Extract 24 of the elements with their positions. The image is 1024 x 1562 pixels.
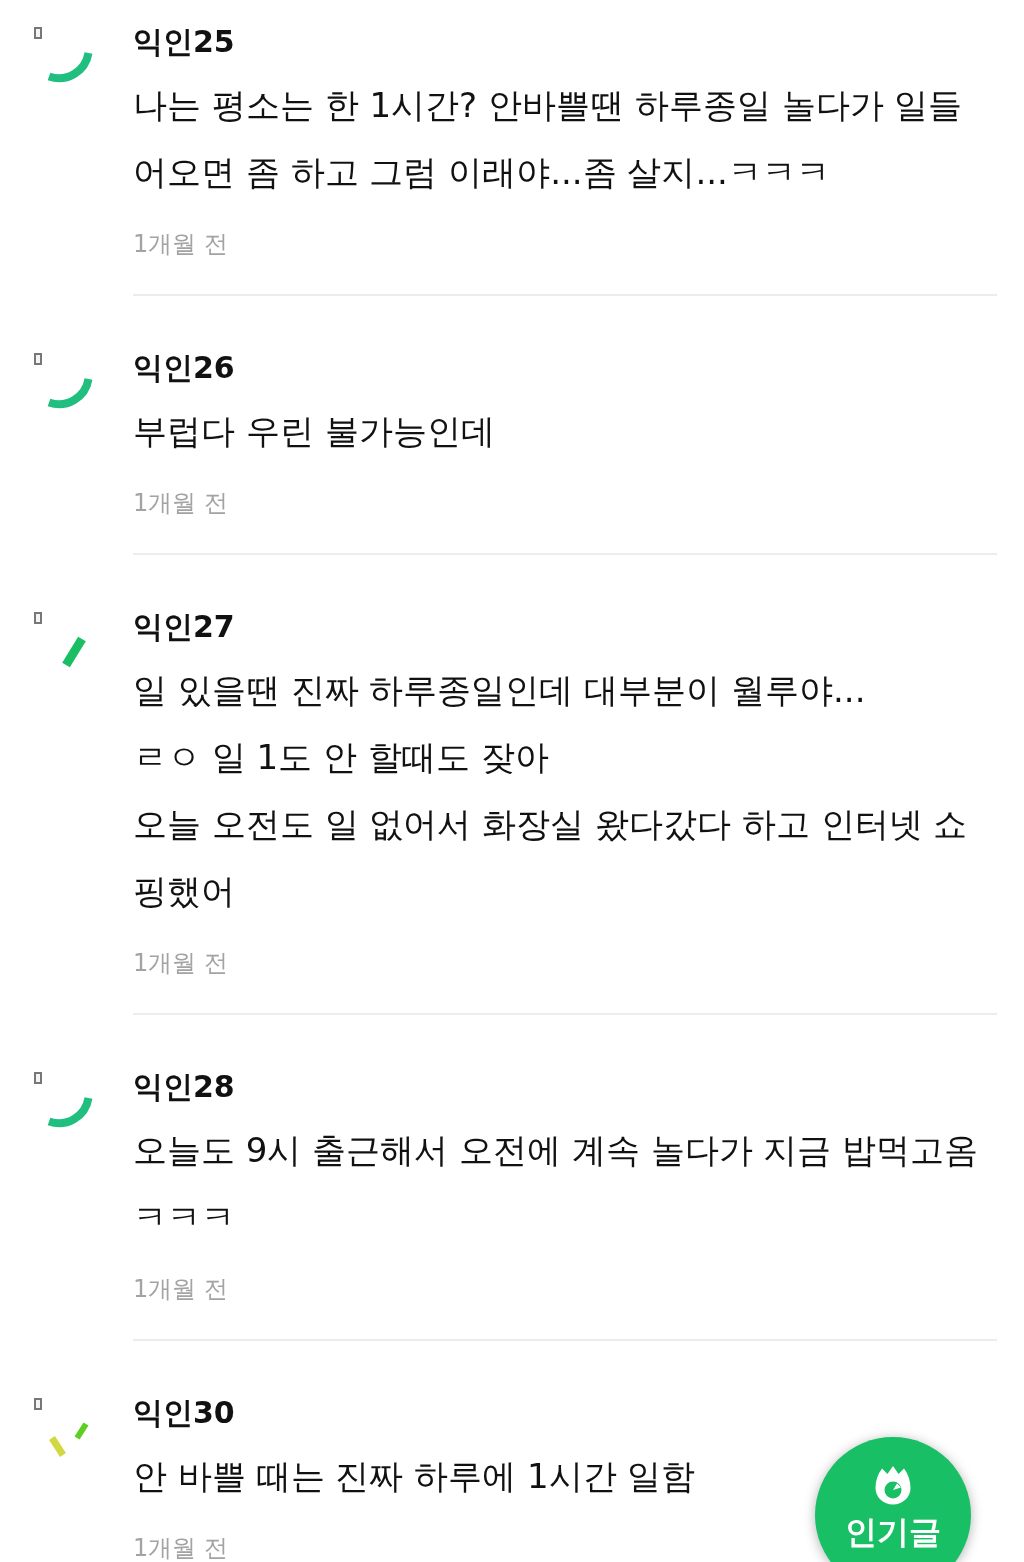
comment-text: 일 있을땐 진짜 하루종일인데 대부분이 월루야... ㄹㅇ 일 1도 안 할때도 잦아 오늘 오전도 일 없어서 화장실 왔다갔다 하고 인터넷 쇼 핑했어 <box>133 669 968 913</box>
author-name: 익인25 <box>133 24 235 60</box>
timestamp: 1개월 전 <box>133 230 228 258</box>
author-name: 익인27 <box>133 609 235 645</box>
author-name: 익인26 <box>133 350 235 386</box>
author-name: 익인28 <box>133 1069 235 1105</box>
timestamp: 1개월 전 <box>133 489 228 517</box>
broken-image-icon <box>34 353 42 365</box>
timestamp: 1개월 전 <box>133 1534 228 1562</box>
popular-posts-button[interactable]: 인기글 <box>815 1437 971 1562</box>
timestamp: 1개월 전 <box>133 1275 228 1303</box>
broken-image-icon <box>34 1398 42 1410</box>
comment-text: 오늘도 9시 출근해서 오전에 계속 놀다가 지금 밥먹고옴 ㅋㅋㅋ <box>133 1129 979 1239</box>
comment-text: 부럽다 우린 불가능인데 <box>133 410 495 453</box>
broken-image-icon <box>34 1072 42 1084</box>
author-name: 익인30 <box>133 1395 235 1431</box>
timestamp: 1개월 전 <box>133 949 228 977</box>
loading-spinner-icon <box>59 635 89 669</box>
loading-spinner-icon <box>47 1420 90 1459</box>
broken-image-icon <box>34 612 42 624</box>
comment-text: 안 바쁠 때는 진짜 하루에 1시간 일함 <box>133 1455 696 1498</box>
comment-text: 나는 평소는 한 1시간? 안바쁠땐 하루종일 놀다가 일들 어오면 좀 하고 그럼 이래야...좀 살지...ㅋㅋㅋ <box>133 84 963 194</box>
broken-image-icon <box>34 27 42 39</box>
flame-icon <box>875 1465 911 1505</box>
